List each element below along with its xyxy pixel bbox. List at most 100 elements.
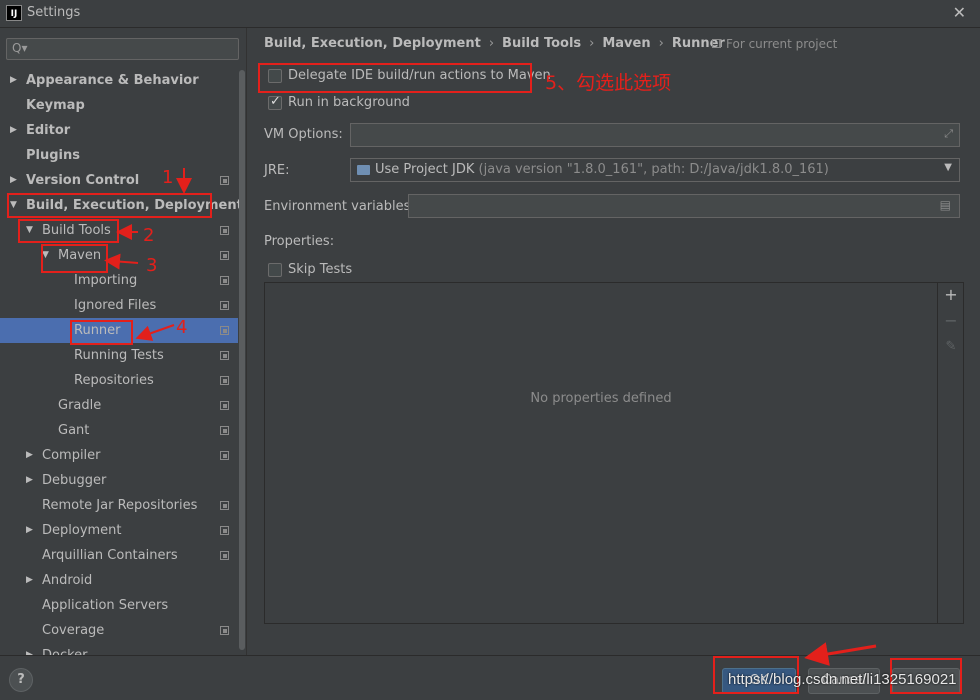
tree-item-label: Maven	[58, 248, 102, 263]
project-level-icon	[220, 501, 229, 510]
tree-item-gant[interactable]: Gant	[0, 418, 238, 443]
tree-item-coverage[interactable]: Coverage	[0, 618, 238, 643]
sidebar-scrollbar[interactable]	[239, 70, 245, 650]
remove-icon[interactable]: −	[938, 309, 964, 333]
vm-options-field[interactable]: ⤢	[350, 123, 960, 147]
browse-list-icon[interactable]: ▤	[940, 198, 951, 212]
annotation-number-4: 4	[176, 317, 188, 338]
project-level-icon	[220, 626, 229, 635]
collapsed-arrow-icon[interactable]: ▶	[10, 168, 22, 193]
checkbox-box[interactable]	[268, 94, 282, 110]
search-icon: Q▾	[12, 41, 28, 55]
tree-item-maven[interactable]: ▼ Maven	[0, 243, 238, 268]
project-level-icon	[220, 301, 229, 310]
chevron-down-icon: ▼	[944, 162, 952, 173]
tree-item-build-tools[interactable]: ▼ Build Tools	[0, 218, 238, 243]
expand-icon[interactable]: ⤢	[944, 127, 953, 141]
properties-empty-text: No properties defined	[530, 391, 672, 406]
tree-item-appearance-behavior[interactable]: ▶ Appearance & Behavior	[0, 68, 238, 93]
tree-item-application-servers[interactable]: Application Servers	[0, 593, 238, 618]
expanded-arrow-icon[interactable]: ▼	[10, 193, 22, 218]
breadcrumb: Build, Execution, Deployment › Build Tools…	[264, 36, 725, 51]
tree-item-compiler[interactable]: ▶ Compiler	[0, 443, 238, 468]
environment-variables-field[interactable]: ▤	[408, 194, 960, 218]
environment-variables-label: Environment variables:	[264, 199, 415, 214]
project-level-icon	[220, 451, 229, 460]
tree-item-label: Remote Jar Repositories	[42, 498, 198, 513]
jdk-folder-icon	[357, 165, 370, 175]
help-button[interactable]: ?	[9, 668, 33, 692]
runner-settings-panel: Build, Execution, Deployment › Build Tools…	[248, 28, 980, 655]
properties-table[interactable]: No properties defined + − ✎	[264, 282, 964, 624]
tree-item-label: Editor	[26, 123, 71, 138]
tree-item-editor[interactable]: ▶ Editor	[0, 118, 238, 143]
tree-item-label: Build Tools	[42, 223, 111, 238]
for-current-project-label: For current project	[712, 37, 837, 51]
collapsed-arrow-icon[interactable]: ▶	[26, 568, 38, 593]
tree-item-label: Build, Execution, Deployment	[26, 198, 243, 213]
jre-dropdown[interactable]: Use Project JDK (java version "1.8.0_161…	[350, 158, 960, 182]
tree-item-build-execution-deployment[interactable]: ▼ Build, Execution, Deployment	[0, 193, 243, 218]
tree-item-label: Running Tests	[74, 348, 164, 363]
properties-toolbar: + − ✎	[937, 283, 963, 623]
checkbox-box[interactable]	[268, 262, 282, 277]
project-level-icon	[220, 251, 229, 260]
project-level-icon	[220, 376, 229, 385]
tree-item-runner[interactable]: Runner	[0, 318, 238, 343]
collapsed-arrow-icon[interactable]: ▶	[10, 118, 22, 143]
tree-item-keymap[interactable]: Keymap	[0, 93, 238, 118]
breadcrumb-item: Maven	[602, 36, 651, 51]
tree-item-label: Version Control	[26, 173, 140, 188]
tree-item-label: Plugins	[26, 148, 80, 163]
breadcrumb-item: Build, Execution, Deployment	[264, 36, 481, 51]
tree-item-deployment[interactable]: ▶ Deployment	[0, 518, 238, 543]
expanded-arrow-icon[interactable]: ▼	[26, 218, 38, 243]
tree-item-label: Arquillian Containers	[42, 548, 178, 563]
expanded-arrow-icon[interactable]: ▼	[42, 243, 54, 268]
edit-icon[interactable]: ✎	[938, 335, 964, 359]
jre-detail: (java version "1.8.0_161", path: D:/Java…	[478, 162, 829, 177]
properties-label: Properties:	[264, 234, 335, 249]
checkbox-box[interactable]	[268, 68, 282, 83]
tree-item-importing[interactable]: Importing	[0, 268, 238, 293]
project-level-icon	[220, 551, 229, 560]
tree-item-plugins[interactable]: Plugins	[0, 143, 238, 168]
tree-item-version-control[interactable]: ▶ Version Control	[0, 168, 238, 193]
vm-options-label: VM Options:	[264, 127, 343, 142]
settings-search-input[interactable]	[31, 41, 231, 57]
collapsed-arrow-icon[interactable]: ▶	[26, 468, 38, 493]
delegate-to-maven-checkbox[interactable]: Delegate IDE build/run actions to Maven	[268, 68, 551, 83]
project-level-icon	[220, 226, 229, 235]
intellij-app-icon: IJ	[6, 5, 22, 21]
collapsed-arrow-icon[interactable]: ▶	[26, 443, 38, 468]
add-icon[interactable]: +	[938, 283, 964, 307]
tree-item-docker[interactable]: ▶ Docker	[0, 643, 238, 655]
tree-item-label: Deployment	[42, 523, 122, 538]
tree-item-label: Keymap	[26, 98, 85, 113]
project-level-icon	[220, 526, 229, 535]
tree-item-label: Debugger	[42, 473, 107, 488]
collapsed-arrow-icon[interactable]: ▶	[26, 643, 38, 655]
watermark-text: https://blog.csdn.net/li1325169021	[728, 671, 957, 688]
tree-item-label: Docker	[42, 643, 88, 655]
tree-item-debugger[interactable]: ▶ Debugger	[0, 468, 238, 493]
run-in-background-checkbox[interactable]: Run in background	[268, 94, 410, 110]
tree-item-android[interactable]: ▶ Android	[0, 568, 238, 593]
tree-item-arquillian-containers[interactable]: Arquillian Containers	[0, 543, 238, 568]
jre-label: JRE:	[264, 163, 290, 178]
collapsed-arrow-icon[interactable]: ▶	[26, 518, 38, 543]
tree-item-label: Ignored Files	[74, 298, 157, 313]
tree-item-repositories[interactable]: Repositories	[0, 368, 238, 393]
close-icon[interactable]: ✕	[953, 3, 966, 22]
tree-item-ignored-files[interactable]: Ignored Files	[0, 293, 238, 318]
tree-item-label: Repositories	[74, 373, 154, 388]
project-level-icon	[220, 401, 229, 410]
tree-item-remote-jar-repositories[interactable]: Remote Jar Repositories	[0, 493, 238, 518]
tree-item-gradle[interactable]: Gradle	[0, 393, 238, 418]
skip-tests-checkbox[interactable]: Skip Tests	[268, 262, 352, 277]
tree-item-running-tests[interactable]: Running Tests	[0, 343, 238, 368]
settings-search-box[interactable]: Q▾	[6, 38, 239, 60]
annotation-number-1: 1	[162, 167, 174, 188]
collapsed-arrow-icon[interactable]: ▶	[10, 68, 22, 93]
settings-sidebar: Q▾ ▶ Appearance & Behavior Keymap ▶ Editor Pl…	[0, 28, 247, 655]
